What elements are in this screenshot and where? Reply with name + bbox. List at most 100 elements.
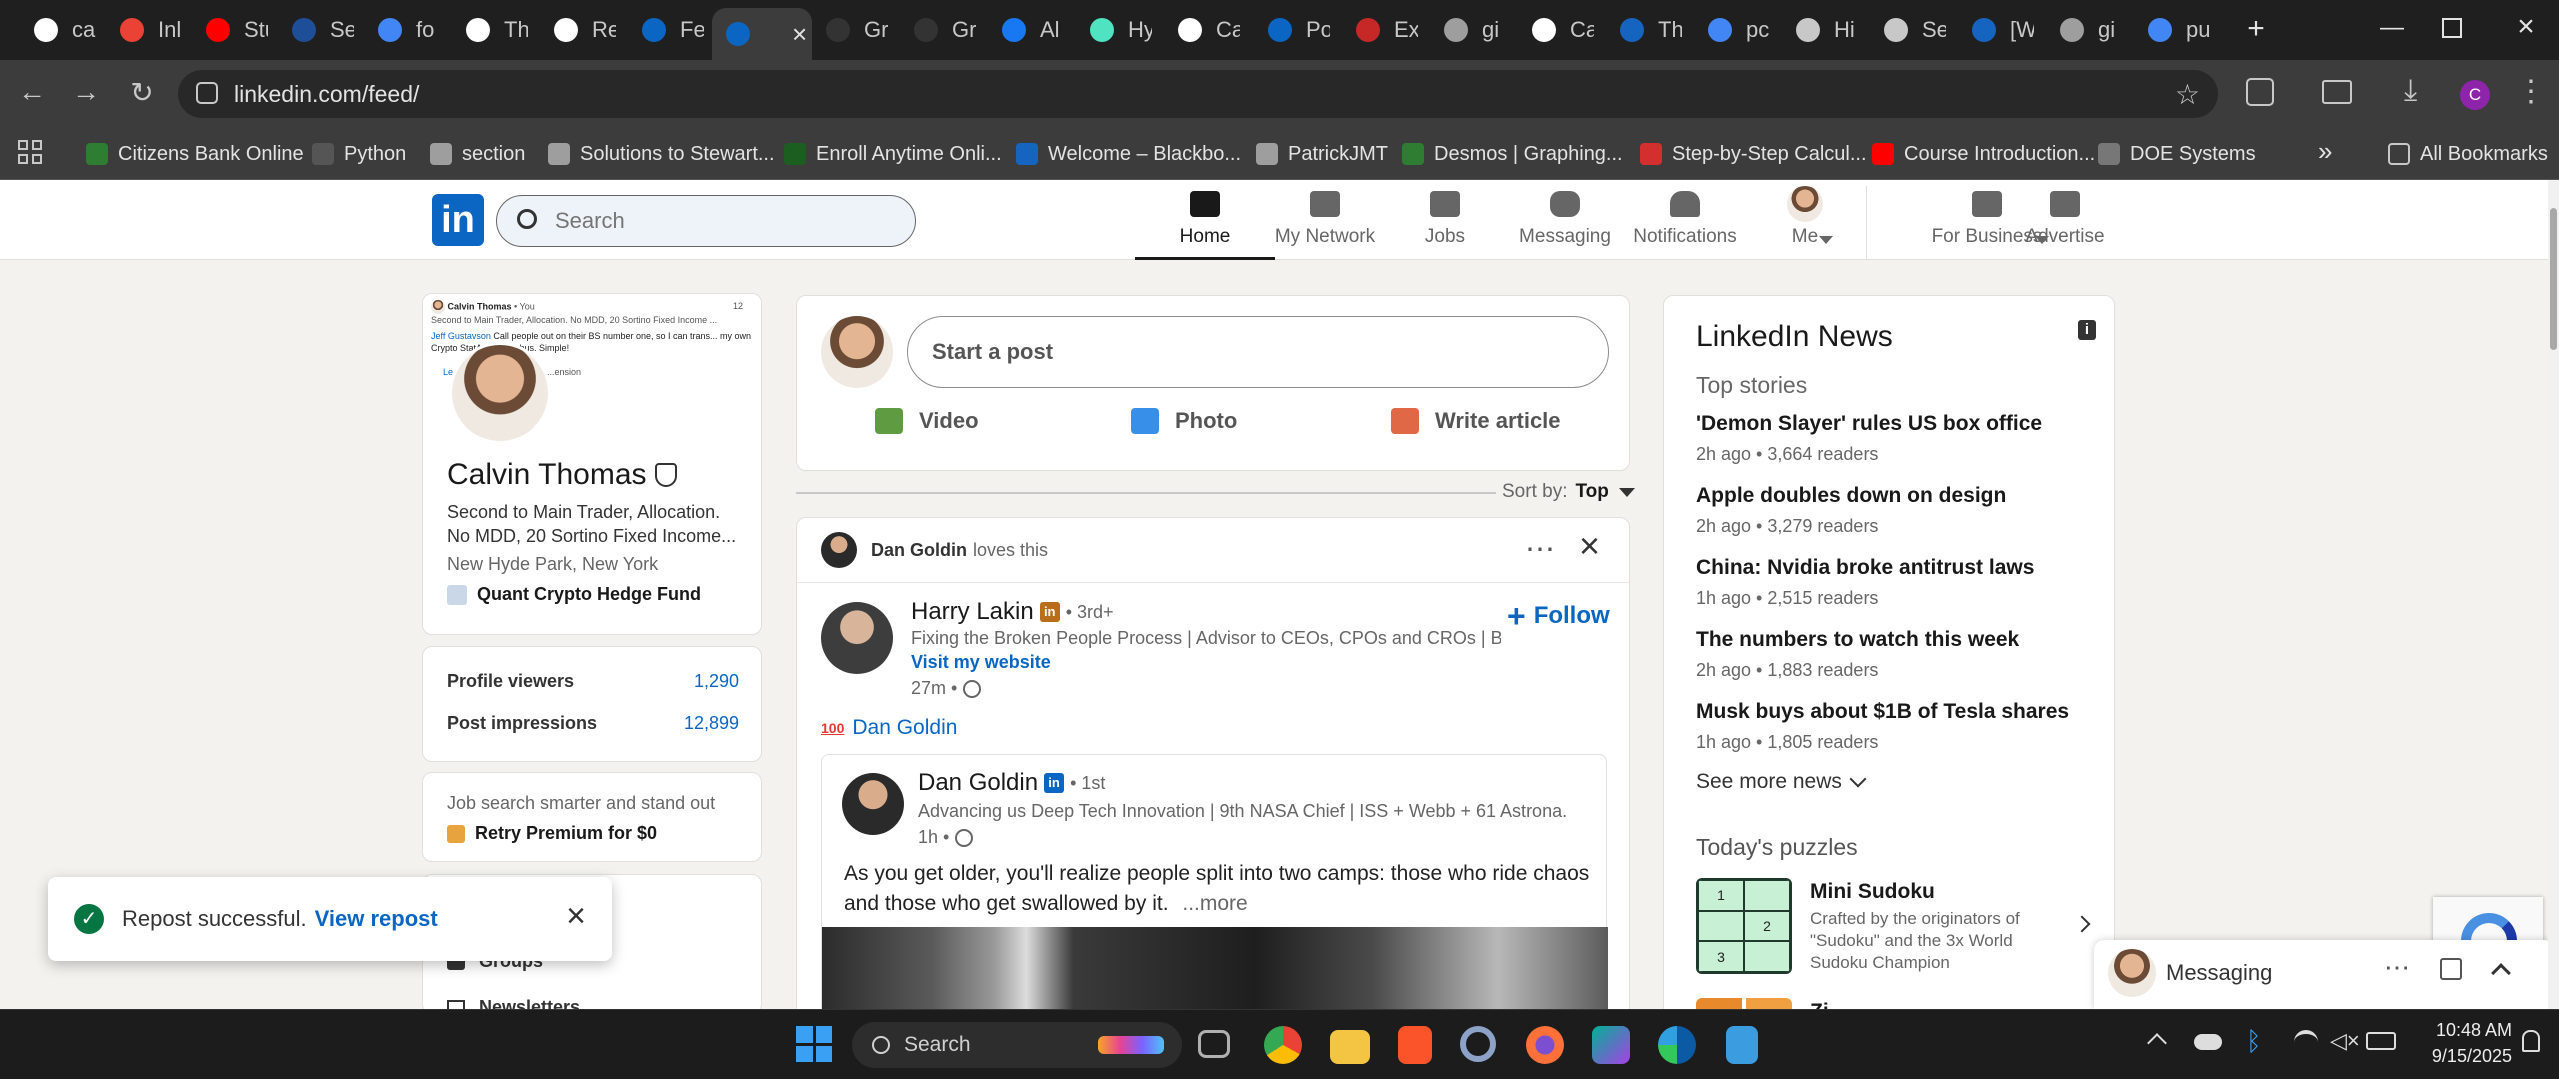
vs-code-insiders-icon[interactable] [1592,1026,1630,1064]
news-headline[interactable]: The numbers to watch this week [1696,628,2019,652]
cast-icon[interactable] [2322,80,2352,104]
clock-time[interactable]: 10:48 AM [2418,1020,2512,1041]
bookmark-item[interactable]: Citizens Bank Online [86,138,304,170]
browser-tab[interactable]: Th [1606,8,1692,52]
site-info-icon[interactable] [196,82,218,104]
browser-tab[interactable]: gi [1430,8,1516,52]
volume-muted-icon[interactable]: ◁× [2330,1028,2360,1054]
bookmark-item[interactable]: Step-by-Step Calcul... [1640,138,1867,170]
browser-tab[interactable]: Ex [1342,8,1428,52]
nav-notifications[interactable]: Notifications [1615,186,1755,260]
bookmark-item[interactable]: Welcome – Blackbo... [1016,138,1241,170]
page-scrollbar[interactable] [2548,180,2559,1009]
bookmark-item[interactable]: DOE Systems [2098,138,2256,170]
bookmark-item[interactable]: Enroll Anytime Onli... [784,138,1002,170]
info-icon[interactable]: i [2078,320,2096,340]
file-explorer-icon[interactable] [1330,1030,1370,1064]
browser-tab[interactable]: Fe [628,8,714,52]
stat-post-impressions[interactable]: Post impressions 12,899 [447,713,739,734]
browser-tab[interactable]: ca [20,8,106,52]
bookmark-item[interactable]: Course Introduction... [1872,138,2095,170]
browser-tab[interactable]: Re [540,8,626,52]
author-name[interactable]: Harry Lakin [911,598,1034,626]
download-icon[interactable]: ⤓ [2404,74,2417,108]
edge-icon[interactable] [1658,1026,1696,1064]
browser-tab[interactable]: Th [452,8,538,52]
taskbar-search[interactable]: Search [852,1022,1182,1068]
settings-icon[interactable] [1460,1026,1496,1062]
back-button[interactable]: ← [14,76,50,112]
news-headline[interactable]: Apple doubles down on design [1696,484,2006,508]
forward-button[interactable]: → [68,76,104,112]
browser-tab[interactable]: fo [364,8,450,52]
messaging-more-icon[interactable]: ⋯ [2384,952,2410,983]
browser-tab[interactable]: pu [2134,8,2220,52]
browser-tab[interactable]: Gr [900,8,986,52]
all-bookmarks[interactable]: All Bookmarks [2388,138,2548,170]
share-avatar[interactable] [821,316,893,388]
browser-tab[interactable]: Gr [812,8,898,52]
post-menu-icon[interactable]: ⋯ [1525,532,1557,567]
browser-tab[interactable]: Ca [1164,8,1250,52]
nav-messaging[interactable]: Messaging [1495,186,1635,260]
context-name[interactable]: Dan Goldin [871,540,967,561]
toast-close-icon[interactable]: × [566,899,586,933]
puzzle-name[interactable]: Mini Sudoku [1810,880,1935,904]
bookmark-item[interactable]: PatrickJMT [1256,138,1388,170]
premium-cta[interactable]: Retry Premium for $0 [475,823,657,844]
clock-date[interactable]: 9/15/2025 [2418,1046,2512,1067]
sort-control[interactable]: Sort by: Top [1502,481,1635,503]
company-row[interactable]: Quant Crypto Hedge Fund [447,584,701,605]
start-post-button[interactable]: Start a post [907,316,1609,388]
nav-me[interactable]: Me [1735,186,1875,260]
browser-tab[interactable]: pc [1694,8,1780,52]
browser-tab[interactable]: Hy [1076,8,1162,52]
bluetooth-icon[interactable]: ᛒ [2246,1026,2262,1057]
nav-my-network[interactable]: My Network [1255,186,1395,260]
author-avatar[interactable] [821,602,893,674]
follow-button[interactable]: + Follow [1507,600,1610,632]
chevron-up-icon[interactable] [2491,963,2511,983]
bookmark-item[interactable]: Solutions to Stewart... [548,138,775,170]
see-more-news[interactable]: See more news [1696,770,1867,794]
browser-tab[interactable]: Po [1254,8,1340,52]
reaction-name[interactable]: Dan Goldin [852,716,957,740]
apps-grid-icon[interactable] [18,140,42,164]
extensions-icon[interactable] [2246,78,2274,106]
new-tab-button[interactable]: + [2240,14,2272,46]
nav-jobs[interactable]: Jobs [1375,186,1515,260]
more-bookmarks-icon[interactable]: » [2318,136,2332,167]
bookmark-item[interactable]: section [430,138,525,170]
brave-icon[interactable] [1398,1026,1432,1064]
share-video-button[interactable]: Video [875,408,979,434]
minimize-button[interactable]: — [2372,14,2412,46]
news-headline[interactable]: Musk buys about $1B of Tesla shares [1696,700,2069,724]
premium-card[interactable]: Job search smarter and stand out Retry P… [422,772,762,862]
chevron-right-icon[interactable] [2073,915,2091,933]
browser-tab[interactable]: Stu [192,8,278,52]
menu-kebab-icon[interactable]: ⋮ [2516,74,2546,110]
browser-tab[interactable]: × [712,8,812,60]
stat-profile-viewers[interactable]: Profile viewers 1,290 [447,671,739,692]
browser-tab[interactable]: Se [1870,8,1956,52]
browser-tab[interactable]: Se [278,8,364,52]
inner-author-avatar[interactable] [842,773,904,835]
browser-tab[interactable]: gi [2046,8,2132,52]
compose-icon[interactable] [2440,958,2462,980]
search-box[interactable] [496,195,916,247]
browser-tab[interactable]: Hi [1782,8,1868,52]
linkedin-logo[interactable]: in [432,194,484,246]
reload-button[interactable]: ↻ [124,76,160,112]
profile-avatar[interactable]: C [2460,80,2490,110]
notification-bell-icon[interactable] [2522,1030,2540,1052]
nav-advertise[interactable]: Advertise [1995,186,2135,260]
view-repost-link[interactable]: View repost [315,906,438,932]
address-bar[interactable]: linkedin.com/feed/ ☆ [178,70,2218,118]
onedrive-icon[interactable] [2194,1034,2222,1050]
bookmark-star-icon[interactable]: ☆ [2175,78,2200,111]
dismiss-post-icon[interactable]: × [1579,528,1600,564]
battery-icon[interactable] [2366,1032,2396,1050]
close-window-button[interactable]: × [2510,10,2542,46]
share-write-article-button[interactable]: Write article [1391,408,1561,434]
chrome-icon[interactable] [1264,1026,1302,1064]
